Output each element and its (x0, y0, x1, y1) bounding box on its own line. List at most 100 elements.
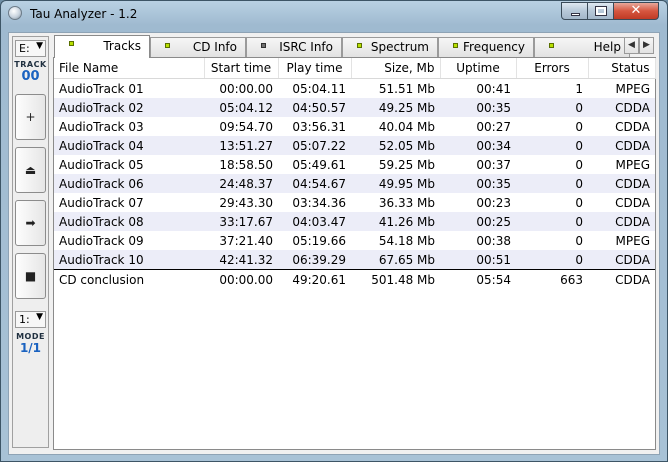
cell-file-name: AudioTrack 09 (54, 231, 204, 250)
cell-status: MPEG (588, 78, 655, 98)
mode-select[interactable]: 1: ▼ (15, 311, 46, 328)
cell-start-time: 18:58.50 (204, 155, 278, 174)
column-header-play-time[interactable]: Play time (278, 58, 352, 79)
table-header-row: File Name Start time Play time Size, Mb … (54, 58, 656, 79)
cell-errors: 0 (516, 174, 588, 193)
cell-status: CDDA (588, 98, 655, 117)
table-row[interactable]: AudioTrack 09 37:21.40 05:19.66 54.18 Mb… (54, 231, 655, 250)
table-row[interactable]: AudioTrack 06 24:48.37 04:54.67 49.95 Mb… (54, 174, 655, 193)
tab-cd-info[interactable]: CD Info (150, 37, 246, 57)
tab-spectrum[interactable]: Spectrum (342, 37, 438, 57)
title-bar[interactable]: Tau Analyzer - 1.2 ✕ (1, 1, 667, 27)
cell-size: 51.51 Mb (351, 78, 440, 98)
mode-number: 1/1 (19, 341, 42, 355)
tab-scroll-left-button[interactable]: ◀ (624, 37, 639, 54)
cell-status: CDDA (588, 193, 655, 212)
cell-errors: 0 (516, 212, 588, 231)
cell-errors: 0 (516, 193, 588, 212)
cell-play-time: 04:03.47 (278, 212, 351, 231)
tracks-table: File Name Start time Play time Size, Mb … (54, 58, 656, 289)
cell-size: 40.04 Mb (351, 117, 440, 136)
chevron-down-icon: ▼ (36, 312, 43, 322)
cell-play-time: 06:39.29 (278, 250, 351, 270)
conclusion-row: CD conclusion 00:00.00 49:20.61 501.48 M… (54, 269, 655, 289)
tab-label: Help (593, 40, 621, 54)
cell-start-time: 00:00.00 (204, 269, 278, 289)
cell-file-name: CD conclusion (54, 269, 204, 289)
window-title: Tau Analyzer - 1.2 (30, 7, 138, 21)
table-row[interactable]: AudioTrack 08 33:17.67 04:03.47 41.26 Mb… (54, 212, 655, 231)
stop-button[interactable]: ■ (15, 253, 46, 299)
close-button[interactable]: ✕ (613, 2, 659, 20)
track-label: TRACK (14, 60, 47, 69)
cell-file-name: AudioTrack 05 (54, 155, 204, 174)
column-header-size[interactable]: Size, Mb (351, 58, 441, 79)
cell-status: CDDA (588, 212, 655, 231)
table-row[interactable]: AudioTrack 10 42:41.32 06:39.29 67.65 Mb… (54, 250, 655, 270)
cell-file-name: AudioTrack 08 (54, 212, 204, 231)
column-header-uptime[interactable]: Uptime (440, 58, 517, 79)
cell-errors: 1 (516, 78, 588, 98)
tab-help[interactable]: Help (534, 37, 630, 57)
cell-status: CDDA (588, 174, 655, 193)
tracks-table-pane: File Name Start time Play time Size, Mb … (53, 57, 656, 450)
cell-size: 501.48 Mb (351, 269, 440, 289)
stop-icon: ■ (24, 269, 37, 283)
status-led-icon (165, 43, 170, 48)
plus-icon: + (25, 110, 36, 124)
cell-file-name: AudioTrack 03 (54, 117, 204, 136)
cell-file-name: AudioTrack 01 (54, 78, 204, 98)
cell-play-time: 05:07.22 (278, 136, 351, 155)
table-row[interactable]: AudioTrack 05 18:58.50 05:49.61 59.25 Mb… (54, 155, 655, 174)
cell-uptime: 00:41 (440, 78, 516, 98)
table-row[interactable]: AudioTrack 04 13:51.27 05:07.22 52.05 Mb… (54, 136, 655, 155)
cell-start-time: 29:43.30 (204, 193, 278, 212)
tab-label: ISRC Info (279, 40, 333, 54)
cell-start-time: 05:04.12 (204, 98, 278, 117)
status-led-icon (453, 43, 458, 48)
cell-size: 41.26 Mb (351, 212, 440, 231)
cell-start-time: 24:48.37 (204, 174, 278, 193)
tab-label: Tracks (103, 39, 141, 53)
column-header-status[interactable]: Status (588, 58, 656, 79)
minimize-button[interactable] (561, 2, 588, 20)
tab-scroll-right-button[interactable]: ▶ (639, 37, 654, 54)
table-row[interactable]: AudioTrack 02 05:04.12 04:50.57 49.25 Mb… (54, 98, 655, 117)
tab-tracks[interactable]: Tracks (54, 35, 150, 58)
tab-frequency[interactable]: Frequency (438, 37, 534, 57)
cell-status: CDDA (588, 136, 655, 155)
cell-errors: 0 (516, 136, 588, 155)
cell-play-time: 05:19.66 (278, 231, 351, 250)
tab-label: Spectrum (370, 40, 429, 54)
cell-uptime: 00:35 (440, 98, 516, 117)
cell-play-time: 49:20.61 (278, 269, 351, 289)
minimize-icon (571, 13, 580, 16)
tab-label: CD Info (192, 40, 237, 54)
table-row[interactable]: AudioTrack 03 09:54.70 03:56.31 40.04 Mb… (54, 117, 655, 136)
forward-button[interactable]: ➡ (15, 200, 46, 246)
cell-size: 49.25 Mb (351, 98, 440, 117)
cell-size: 67.65 Mb (351, 250, 440, 270)
cell-play-time: 05:49.61 (278, 155, 351, 174)
column-header-start-time[interactable]: Start time (204, 58, 279, 79)
table-row[interactable]: AudioTrack 07 29:43.30 03:34.36 36.33 Mb… (54, 193, 655, 212)
cell-start-time: 33:17.67 (204, 212, 278, 231)
eject-button[interactable]: ⏏ (15, 147, 46, 193)
add-button[interactable]: + (15, 94, 46, 140)
app-window: Tau Analyzer - 1.2 ✕ E: ▼ TRACK 00 + ⏏ ➡… (0, 0, 668, 462)
cell-start-time: 42:41.32 (204, 250, 278, 270)
cell-start-time: 37:21.40 (204, 231, 278, 250)
tab-isrc-info[interactable]: ISRC Info (246, 37, 342, 57)
cell-size: 54.18 Mb (351, 231, 440, 250)
maximize-icon (595, 6, 607, 16)
table-row[interactable]: AudioTrack 01 00:00.00 05:04.11 51.51 Mb… (54, 78, 655, 98)
cell-status: CDDA (588, 269, 655, 289)
maximize-button[interactable] (587, 2, 614, 20)
tab-label: Frequency (463, 40, 525, 54)
cell-errors: 0 (516, 98, 588, 117)
column-header-file-name[interactable]: File Name (54, 58, 205, 79)
cell-errors: 0 (516, 250, 588, 270)
drive-select[interactable]: E: ▼ (15, 40, 46, 57)
drive-value: E: (19, 42, 30, 55)
column-header-errors[interactable]: Errors (516, 58, 589, 79)
